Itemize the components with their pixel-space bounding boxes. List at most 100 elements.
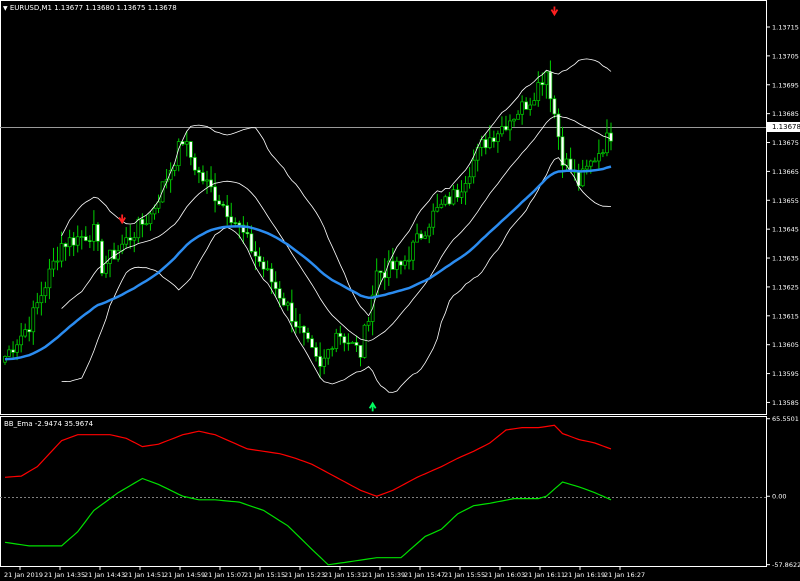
candle — [354, 335, 359, 353]
candle — [419, 230, 423, 241]
candle-body — [237, 222, 242, 226]
candle — [390, 247, 395, 270]
time-tick-label: 21 Jan 14:59 — [164, 571, 205, 579]
candle — [516, 110, 520, 120]
candle-body — [172, 165, 177, 171]
candle — [597, 139, 601, 170]
indicator-panel-frame — [0, 416, 767, 567]
price-tick-label: 1.13615 — [772, 312, 799, 320]
time-tick-label: 21 Jan 14:35 — [44, 571, 85, 579]
candle — [601, 149, 605, 158]
candle-body — [427, 226, 432, 237]
candle — [221, 201, 226, 208]
price-tick-label: 1.13655 — [772, 197, 799, 205]
indicator-tick-label: 0.00 — [772, 493, 786, 501]
candle — [261, 256, 266, 278]
candle — [358, 345, 363, 367]
chart-menu-icon[interactable]: ▼ — [3, 5, 8, 12]
candle-body — [277, 288, 282, 299]
candle-body — [609, 132, 613, 142]
candle-body — [132, 237, 137, 241]
candle — [350, 341, 355, 344]
candle-body — [378, 270, 383, 273]
candle-body — [524, 101, 529, 110]
candle — [346, 333, 351, 351]
candle-body — [439, 203, 444, 208]
candle — [213, 173, 217, 213]
candle — [43, 281, 48, 303]
price-tick-label: 1.13665 — [772, 168, 799, 176]
chart-canvas[interactable]: 1.13715 1.13705 1.13695 1.13685 1.13675 1.136… — [0, 0, 800, 581]
candle — [253, 241, 258, 271]
time-tick-label: 21 Jan 15:39 — [364, 571, 405, 579]
candle-body — [463, 183, 468, 193]
candle — [467, 167, 472, 189]
candle — [128, 224, 133, 249]
candle-body — [512, 118, 516, 122]
candle — [176, 138, 181, 172]
candle — [366, 317, 371, 332]
candle-body — [496, 133, 500, 142]
candle-body — [100, 240, 104, 274]
candle-body — [128, 237, 133, 241]
candle — [92, 210, 96, 251]
candle — [326, 348, 331, 365]
candle — [96, 222, 100, 252]
candle-body — [213, 186, 217, 202]
time-tick-label: 21 Jan 15:47 — [404, 571, 445, 579]
symbol-label: EURUSD,M1 — [9, 4, 52, 12]
candle-body — [318, 356, 322, 367]
candle-body — [390, 260, 395, 270]
candle-body — [136, 218, 141, 239]
candle — [508, 114, 512, 141]
candle-body — [354, 342, 359, 346]
candle-body — [15, 344, 19, 353]
candle — [411, 240, 415, 271]
candle — [310, 335, 314, 349]
candle — [19, 322, 24, 353]
candle — [205, 170, 209, 194]
candle-body — [249, 233, 254, 252]
price-tick-label: 1.13705 — [772, 52, 799, 60]
candle-body — [326, 349, 331, 359]
price-tick-label: 1.13595 — [772, 370, 799, 378]
candle — [168, 162, 173, 193]
candle-body — [528, 104, 533, 110]
candle — [188, 141, 193, 166]
candle-body — [112, 249, 116, 260]
candle-body — [294, 321, 298, 328]
candle-body — [273, 281, 278, 290]
candle — [435, 193, 440, 213]
candle — [504, 115, 508, 132]
signal-arrows-group — [118, 6, 559, 412]
candle — [265, 260, 270, 271]
chart-window[interactable]: 1.13715 1.13705 1.13695 1.13685 1.13675 1.136… — [0, 0, 800, 581]
candle-body — [435, 207, 440, 212]
candle-body — [261, 261, 266, 270]
candle-body — [322, 357, 327, 367]
candle-body — [11, 349, 15, 353]
candle — [459, 180, 464, 205]
candle — [217, 194, 221, 206]
candle-body — [83, 236, 88, 241]
time-tick-label: 21 Jan 15:07 — [204, 571, 245, 579]
candle-body — [601, 152, 605, 155]
sell-arrow-icon — [550, 6, 559, 17]
price-tick-label: 1.13645 — [772, 226, 799, 234]
candle-body — [540, 82, 545, 86]
candle — [104, 255, 108, 278]
candle — [322, 349, 327, 375]
candle-body — [597, 153, 601, 162]
candle — [427, 223, 432, 244]
candle — [544, 70, 549, 99]
candle-body — [39, 295, 44, 304]
candle-body — [483, 139, 488, 149]
candle — [298, 313, 302, 334]
candle-body — [500, 126, 504, 135]
candle-body — [467, 176, 472, 184]
candle — [124, 227, 129, 249]
candle — [407, 246, 411, 270]
candle-body — [124, 237, 129, 245]
candle — [55, 246, 60, 271]
candle — [193, 153, 197, 176]
